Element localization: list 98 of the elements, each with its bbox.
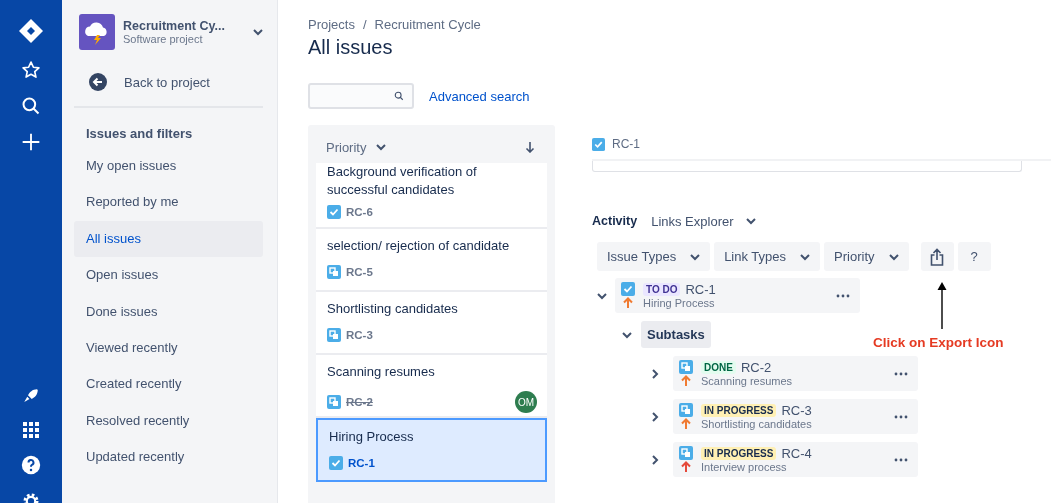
activity-label: Activity <box>592 214 638 228</box>
breadcrumb-separator: / <box>362 17 367 32</box>
filter-dropdown[interactable]: Issue Types <box>597 242 711 271</box>
back-to-project-link[interactable]: Back to project <box>89 72 263 92</box>
issue-key: RC-4 <box>781 446 812 461</box>
issue-card[interactable]: selection/ rejection of candidate RC-5 <box>316 229 547 292</box>
chevron-icon[interactable] <box>597 290 607 301</box>
sidebar-item[interactable]: My open issues <box>74 148 263 185</box>
issue-summary: Shortlisting candidates <box>327 300 459 318</box>
annotation-text: Click on Export Icon <box>873 335 1004 350</box>
chevron-down-icon <box>800 252 811 261</box>
status-lozenge: DONE <box>701 361 736 374</box>
more-icon[interactable] <box>894 414 908 419</box>
issue-node[interactable]: DONE RC-2 Scanning resumes <box>673 356 918 391</box>
sidebar-item[interactable]: Viewed recently <box>74 329 263 367</box>
annotation-arrow <box>937 282 947 330</box>
checkbox-task-icon <box>621 282 635 296</box>
chevron-icon[interactable] <box>650 454 660 465</box>
help-button[interactable]: ? <box>957 242 991 271</box>
sort-arrow-icon[interactable] <box>525 141 535 153</box>
chevron-down-icon <box>888 252 899 261</box>
chevron-down-icon <box>745 217 756 225</box>
issue-key: RC-3 <box>346 329 537 341</box>
share-icon <box>930 247 944 266</box>
status-lozenge: TO DO <box>643 283 681 296</box>
issue-summary: Background verification of successful candidates <box>327 163 478 199</box>
issue-summary: Scanning resumes <box>327 363 436 381</box>
subtask-icon <box>327 265 341 279</box>
logo-icon[interactable] <box>18 18 44 44</box>
issue-key: RC-1 <box>685 282 716 297</box>
page-title: All issues <box>308 36 394 60</box>
issue-key: RC-2 <box>346 396 510 408</box>
sort-dropdown[interactable]: Priority <box>326 139 387 155</box>
status-lozenge: IN PROGRESS <box>701 404 777 417</box>
sidebar-item[interactable]: Open issues <box>74 257 263 294</box>
sidebar-item[interactable]: Reported by me <box>74 184 263 221</box>
help-icon[interactable] <box>21 455 41 475</box>
issue-summary: selection/ rejection of candidate <box>327 237 511 255</box>
filter-dropdown[interactable]: Priority <box>824 242 909 271</box>
chevron-down-icon <box>690 252 701 261</box>
subtask-icon <box>327 395 341 409</box>
filter-dropdown[interactable]: Link Types <box>714 242 821 271</box>
issue-card[interactable]: Shortlisting candidates RC-3 <box>316 292 547 355</box>
sidebar-item[interactable]: Created recently <box>74 366 263 403</box>
advanced-search-link[interactable]: Advanced search <box>429 88 530 104</box>
assignee-avatar: OM <box>515 391 537 413</box>
checkbox-task-icon <box>329 456 343 470</box>
search-icon <box>394 90 404 102</box>
issue-key: RC-3 <box>781 403 812 418</box>
issue-summary: Shortlisting candidates <box>701 418 813 430</box>
more-icon[interactable] <box>894 371 908 376</box>
issue-card[interactable]: Hiring Process RC-1 <box>316 418 547 482</box>
sidebar-item[interactable]: Resolved recently <box>74 402 263 440</box>
chevron-icon[interactable] <box>622 329 632 340</box>
project-type: Software project <box>123 33 204 45</box>
sidebar-item[interactable]: All issues <box>74 220 263 258</box>
more-icon[interactable] <box>836 293 850 298</box>
chevron-icon[interactable] <box>650 411 660 422</box>
issue-card[interactable]: Background verification of successful candidates RC-6 <box>316 163 547 229</box>
status-lozenge: IN PROGRESS <box>701 447 777 460</box>
subtask-icon <box>327 328 341 342</box>
issue-key: RC-6 <box>346 206 537 218</box>
issue-summary: Hiring Process <box>643 297 716 309</box>
chevron-icon[interactable] <box>650 368 660 379</box>
plus-icon[interactable] <box>21 132 41 152</box>
chevron-down-icon[interactable] <box>253 28 263 36</box>
issue-key: RC-2 <box>740 360 772 375</box>
chevron-down-icon <box>376 143 387 151</box>
issue-node[interactable]: IN PROGRESS RC-4 Interview process <box>673 442 918 477</box>
search-icon[interactable] <box>21 96 41 116</box>
more-icon[interactable] <box>894 457 908 462</box>
sidebar-item[interactable]: Done issues <box>74 293 263 330</box>
subtask-icon <box>679 446 693 460</box>
app-grid-icon[interactable] <box>22 421 40 439</box>
issue-summary: Interview process <box>701 461 788 473</box>
issue-key: RC-1 <box>348 457 535 469</box>
subtask-icon <box>679 360 693 374</box>
issue-node[interactable]: TO DO RC-1 Hiring Process <box>615 278 860 313</box>
issue-node[interactable]: IN PROGRESS RC-3 Shortlisting candidates <box>673 399 918 434</box>
issue-key: RC-5 <box>346 266 537 278</box>
issue-card[interactable]: Scanning resumes RC-2 OM <box>316 355 547 418</box>
issue-summary: Hiring Process <box>329 428 415 446</box>
project-name[interactable]: Recruitment Cy... <box>123 19 245 33</box>
breadcrumb-link[interactable]: Recruitment Cycle <box>374 17 481 32</box>
sidebar-heading: Issues and filters <box>85 125 194 143</box>
view-dropdown[interactable]: Links Explorer <box>651 213 756 229</box>
star-icon[interactable] <box>21 60 41 80</box>
export-button[interactable] <box>920 242 954 271</box>
issue-key-link[interactable]: RC-1 <box>612 137 640 151</box>
project-avatar-icon <box>79 14 115 50</box>
breadcrumb-link[interactable]: Projects <box>308 17 355 32</box>
checkbox-task-icon <box>327 205 341 219</box>
subtasks-group-label[interactable]: Subtasks <box>641 321 711 348</box>
subtask-icon <box>679 403 693 417</box>
search-field[interactable] <box>308 83 414 109</box>
checkbox-task-icon <box>592 137 605 151</box>
issue-summary: Scanning resumes <box>701 375 794 387</box>
sidebar-item[interactable]: Updated recently <box>74 439 263 476</box>
